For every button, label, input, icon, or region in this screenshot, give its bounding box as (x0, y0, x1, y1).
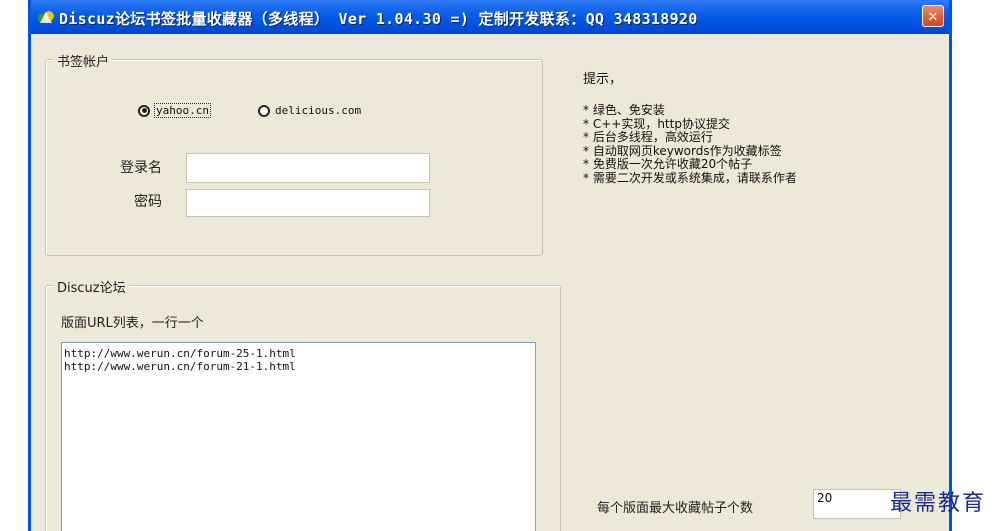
url-line: http://www.werun.cn/forum-21-1.html (64, 360, 296, 373)
app-window: Discuz论坛书签批量收藏器（多线程） Ver 1.04.30 =) 定制开发… (28, 0, 952, 531)
radio-delicious-indicator[interactable] (258, 104, 270, 117)
radio-yahoo-indicator[interactable] (138, 104, 150, 117)
title-bar[interactable]: Discuz论坛书签批量收藏器（多线程） Ver 1.04.30 =) 定制开发… (31, 0, 949, 34)
username-label: 登录名 (120, 160, 162, 176)
tip-item: 需要二次开发或系统集成，请联系作者 (583, 171, 797, 186)
tip-item: 绿色、免安装 (583, 103, 797, 118)
tips-heading: 提示， (583, 72, 623, 87)
tips-list: 绿色、免安装 C++实现，http协议提交 后台多线程，高效运行 自动取网页ke… (583, 103, 797, 186)
radio-delicious-label[interactable]: delicious.com (275, 104, 361, 117)
window-title: Discuz论坛书签批量收藏器（多线程） Ver 1.04.30 =) 定制开发… (59, 10, 698, 28)
url-list-label: 版面URL列表，一行一个 (61, 316, 204, 331)
watermark-text: 最需教育 (889, 491, 986, 516)
username-field[interactable] (186, 153, 430, 183)
close-button[interactable]: ✕ (922, 5, 944, 27)
close-icon: ✕ (928, 6, 938, 25)
forum-groupbox: Discuz论坛 版面URL列表，一行一个 http://www.werun.c… (45, 277, 561, 531)
app-icon (38, 11, 54, 23)
tip-item: 免费版一次允许收藏20个帖子 (583, 157, 797, 172)
account-group-legend: 书签帐户 (54, 51, 113, 70)
account-groupbox: 书签帐户 yahoo.cn delicious.com 登录名 密码 (45, 51, 543, 256)
radio-delicious[interactable]: delicious.com (258, 104, 361, 117)
url-list-textarea[interactable]: http://www.werun.cn/forum-25-1.html http… (61, 342, 536, 531)
tip-item: 自动取网页keywords作为收藏标签 (583, 144, 797, 159)
radio-yahoo[interactable]: yahoo.cn (138, 103, 211, 118)
radio-yahoo-label[interactable]: yahoo.cn (154, 103, 211, 118)
forum-group-legend: Discuz论坛 (54, 277, 129, 296)
tip-item: 后台多线程，高效运行 (583, 130, 797, 145)
password-field[interactable] (186, 189, 430, 217)
max-posts-label: 每个版面最大收藏帖子个数 (597, 501, 754, 516)
tip-item: C++实现，http协议提交 (583, 117, 797, 132)
password-label: 密码 (134, 194, 162, 210)
max-posts-field[interactable]: 20 (813, 489, 901, 519)
url-line: http://www.werun.cn/forum-25-1.html (64, 347, 296, 360)
